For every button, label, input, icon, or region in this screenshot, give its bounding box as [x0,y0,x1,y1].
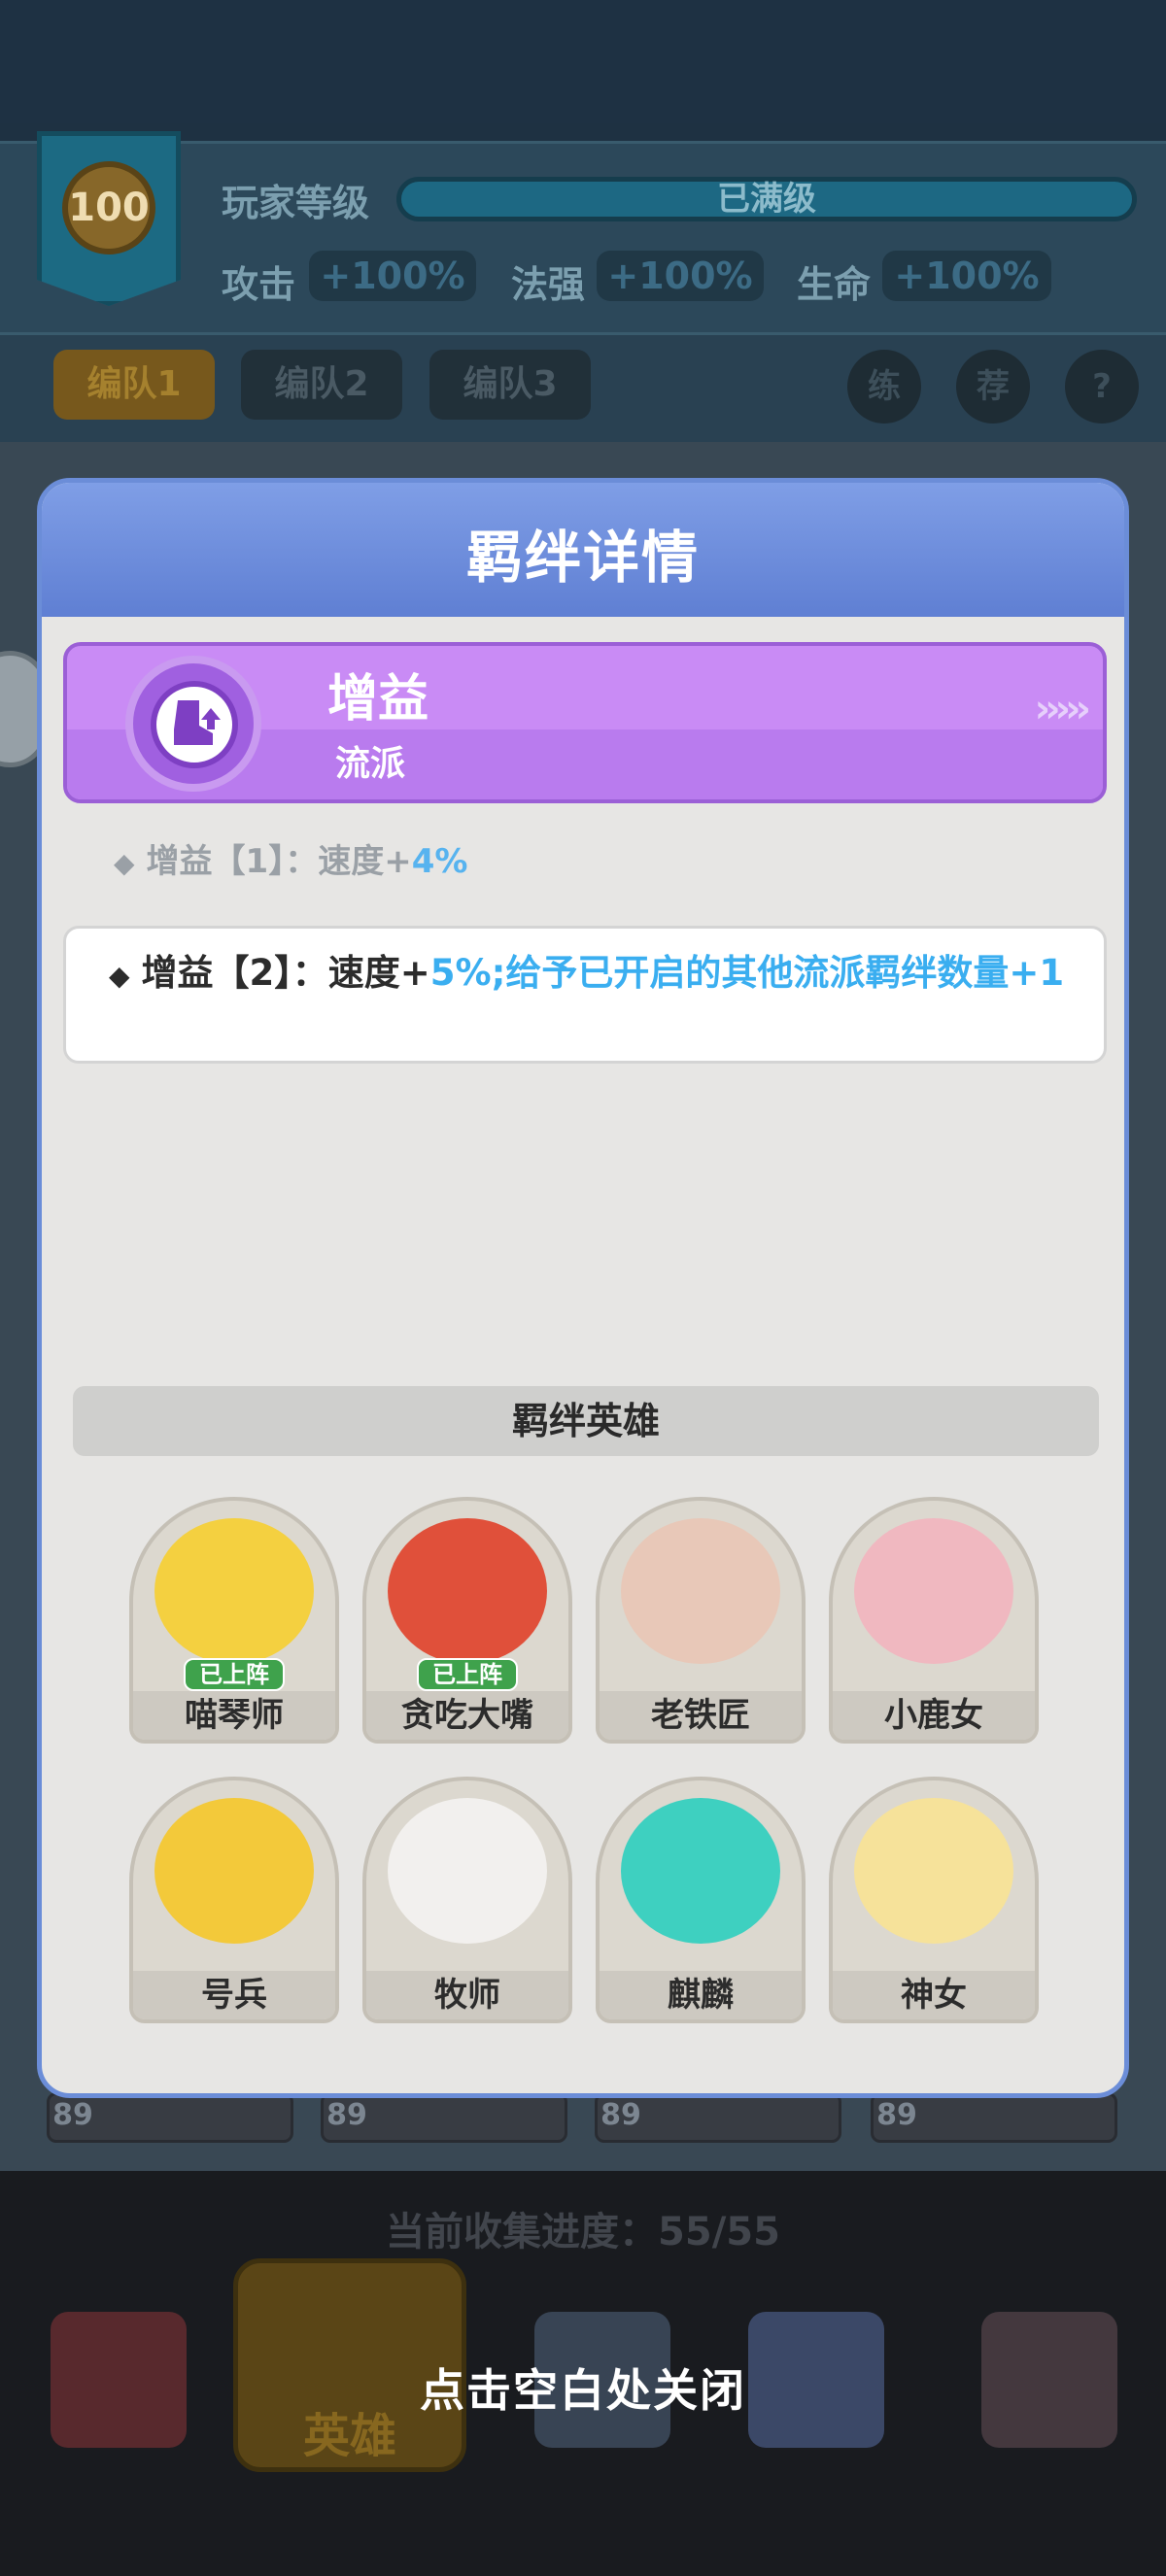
bond-effect-2: ◆ 增益【2】：速度+5%;给予已开启的其他流派羁绊数量+1 [109,944,1100,1005]
effect-1-text: 增益【1】：速度+ [146,842,412,881]
bond-detail-modal: 羁绊详情 增益 流派 ››››› ◆ 增益【1】：速度+4% ◆ 增益【2】：速度+… [37,478,1129,2098]
bond-name: 增益 [327,670,429,729]
chevrons-icon: ››››› [1034,687,1091,731]
hero-card[interactable]: 小鹿女 [829,1497,1039,1744]
hero-card[interactable]: 神女 [829,1777,1039,2023]
hero-name: 老铁匠 [600,1691,802,1740]
hero-card[interactable]: 已上阵 喵琴师 [129,1497,339,1744]
bond-effect-1: ◆ 增益【1】：速度+4% [114,834,467,882]
hero-portrait-bugler [154,1798,314,1944]
diamond-bullet-icon: ◆ [114,847,135,879]
hero-name: 喵琴师 [133,1691,335,1740]
hero-card[interactable]: 已上阵 贪吃大嘴 [362,1497,572,1744]
hero-card[interactable]: 老铁匠 [596,1497,806,1744]
hero-name: 号兵 [133,1971,335,2019]
hero-name: 小鹿女 [833,1691,1035,1740]
diamond-bullet-icon: ◆ [109,960,130,992]
hero-portrait-priest [388,1798,547,1944]
bond-type: 流派 [335,744,406,784]
hero-portrait-old-smith [621,1518,780,1664]
hero-portrait-deer-girl [854,1518,1013,1664]
effect-1-value: 4% [411,842,468,881]
hero-portrait-big-mouth [388,1518,547,1664]
boot-up-icon [151,681,238,768]
deployed-badge: 已上阵 [417,1658,518,1691]
bond-heroes-header: 羁绊英雄 [73,1386,1099,1456]
hero-name: 麒麟 [600,1971,802,2019]
bond-emblem [125,656,261,792]
hero-name: 牧师 [366,1971,568,2019]
hero-portrait-cat-musician [154,1518,314,1664]
bond-banner: 增益 流派 ››››› [63,642,1107,803]
hero-name: 神女 [833,1971,1035,2019]
effect-2-text: 增益【2】：速度+ [141,952,430,994]
hero-name: 贪吃大嘴 [366,1691,568,1740]
hero-card[interactable]: 麒麟 [596,1777,806,2023]
deployed-badge: 已上阵 [184,1658,285,1691]
hero-card[interactable]: 牧师 [362,1777,572,2023]
hero-card[interactable]: 号兵 [129,1777,339,2023]
modal-header: 羁绊详情 [42,483,1124,617]
hero-portrait-qilin [621,1798,780,1944]
modal-title: 羁绊详情 [465,525,700,591]
bond-effect-2-box: ◆ 增益【2】：速度+5%;给予已开启的其他流派羁绊数量+1 [63,926,1107,1064]
effect-2-value: 5%;给予已开启的其他流派羁绊数量+1 [429,952,1065,994]
close-hint: 点击空白处关闭 [420,2364,746,2417]
hero-portrait-goddess [854,1798,1013,1944]
